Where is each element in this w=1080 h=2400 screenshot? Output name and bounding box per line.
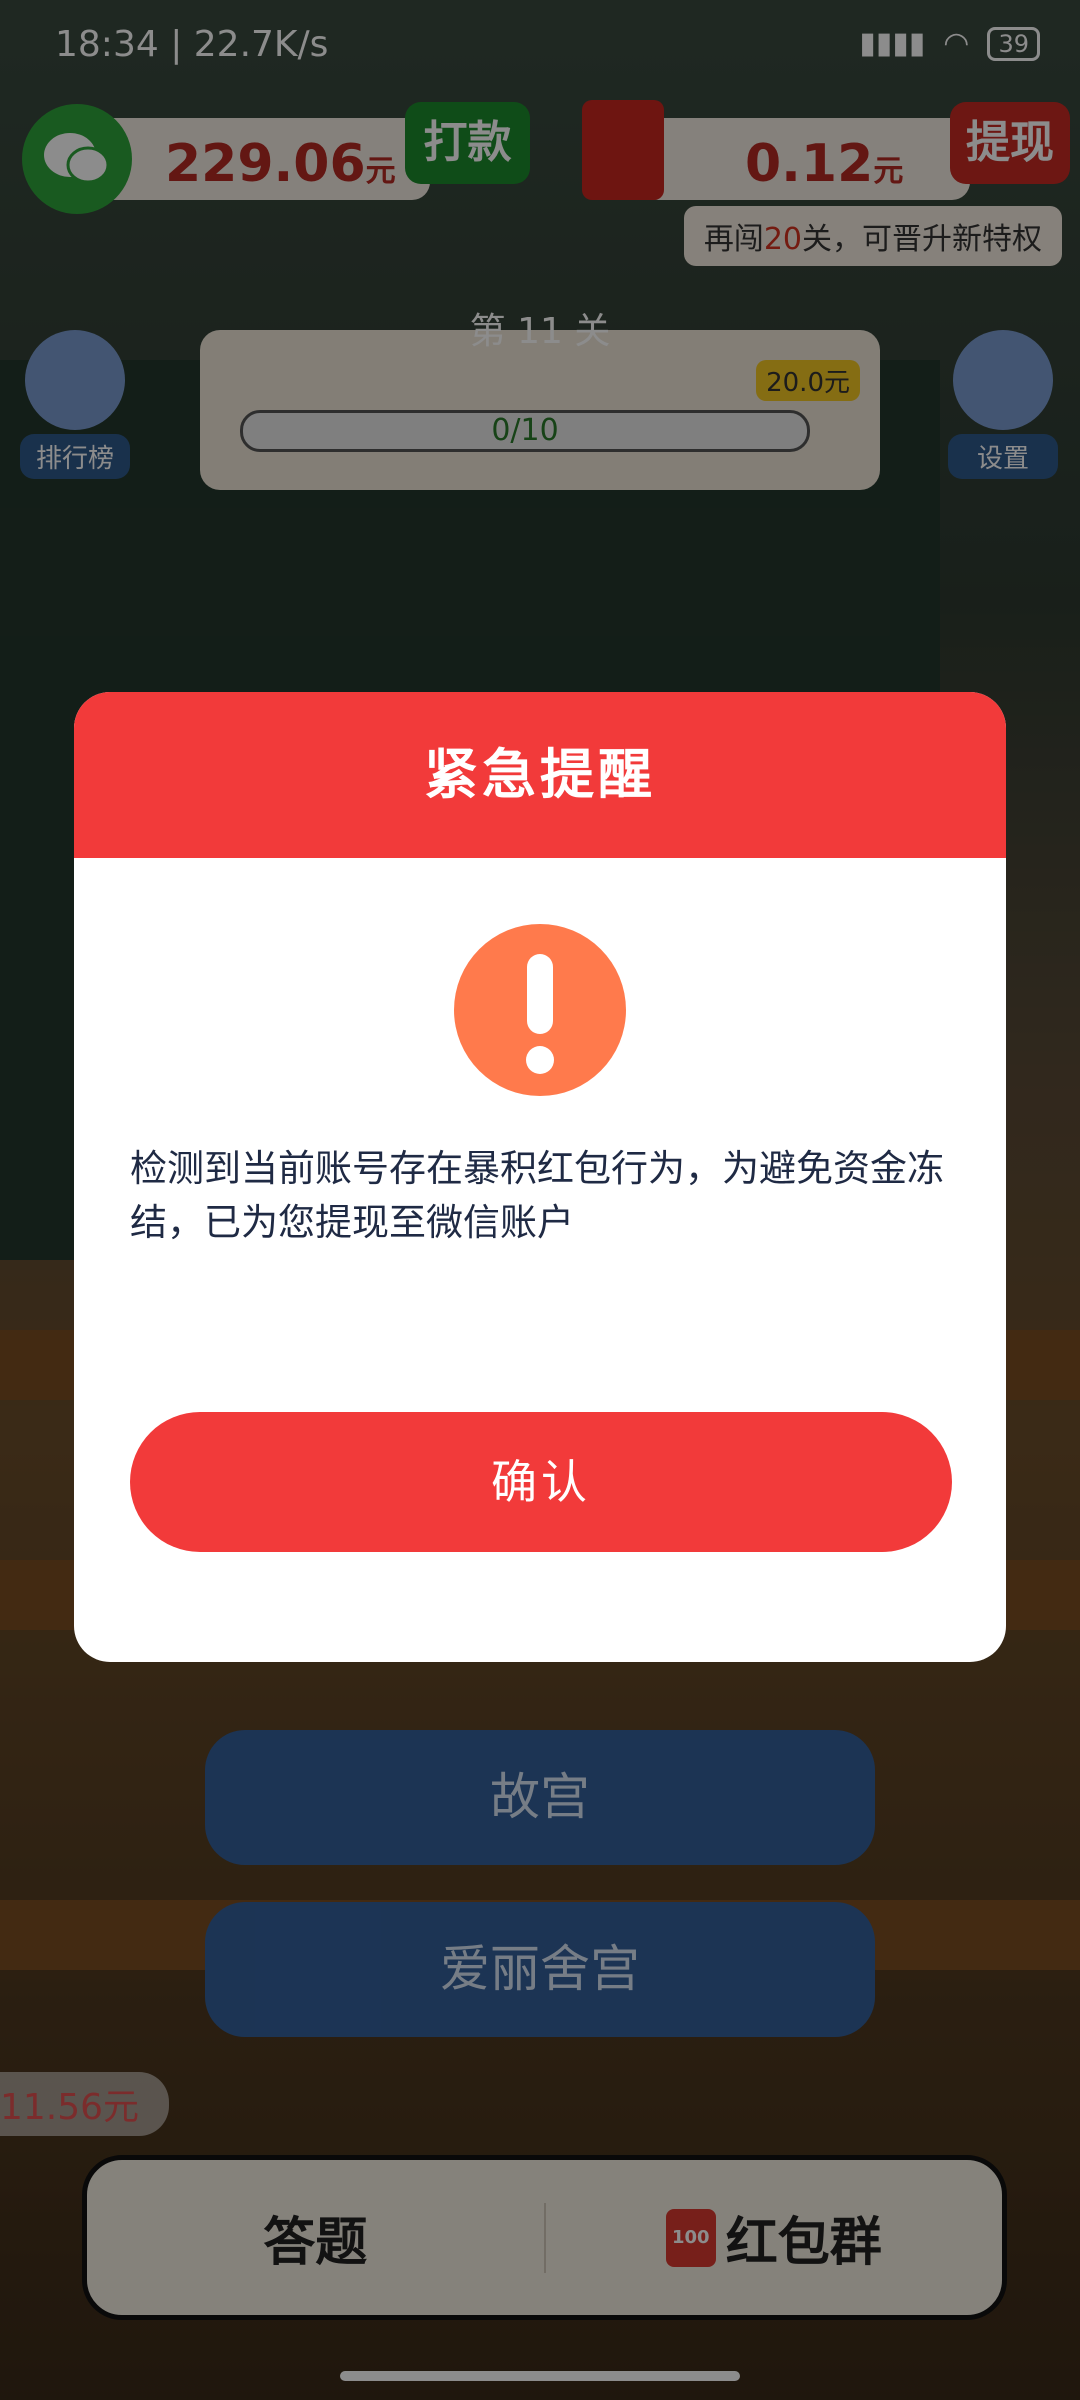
urgent-alert-dialog: 紧急提醒 检测到当前账号存在暴积红包行为，为避免资金冻结，已为您提现至微信账户 … xyxy=(74,692,1006,1662)
exclamation-icon xyxy=(454,924,626,1096)
dialog-title: 紧急提醒 xyxy=(74,692,1006,858)
dialog-message: 检测到当前账号存在暴积红包行为，为避免资金冻结，已为您提现至微信账户 xyxy=(130,1147,944,1244)
confirm-button[interactable]: 确认 xyxy=(130,1412,952,1552)
